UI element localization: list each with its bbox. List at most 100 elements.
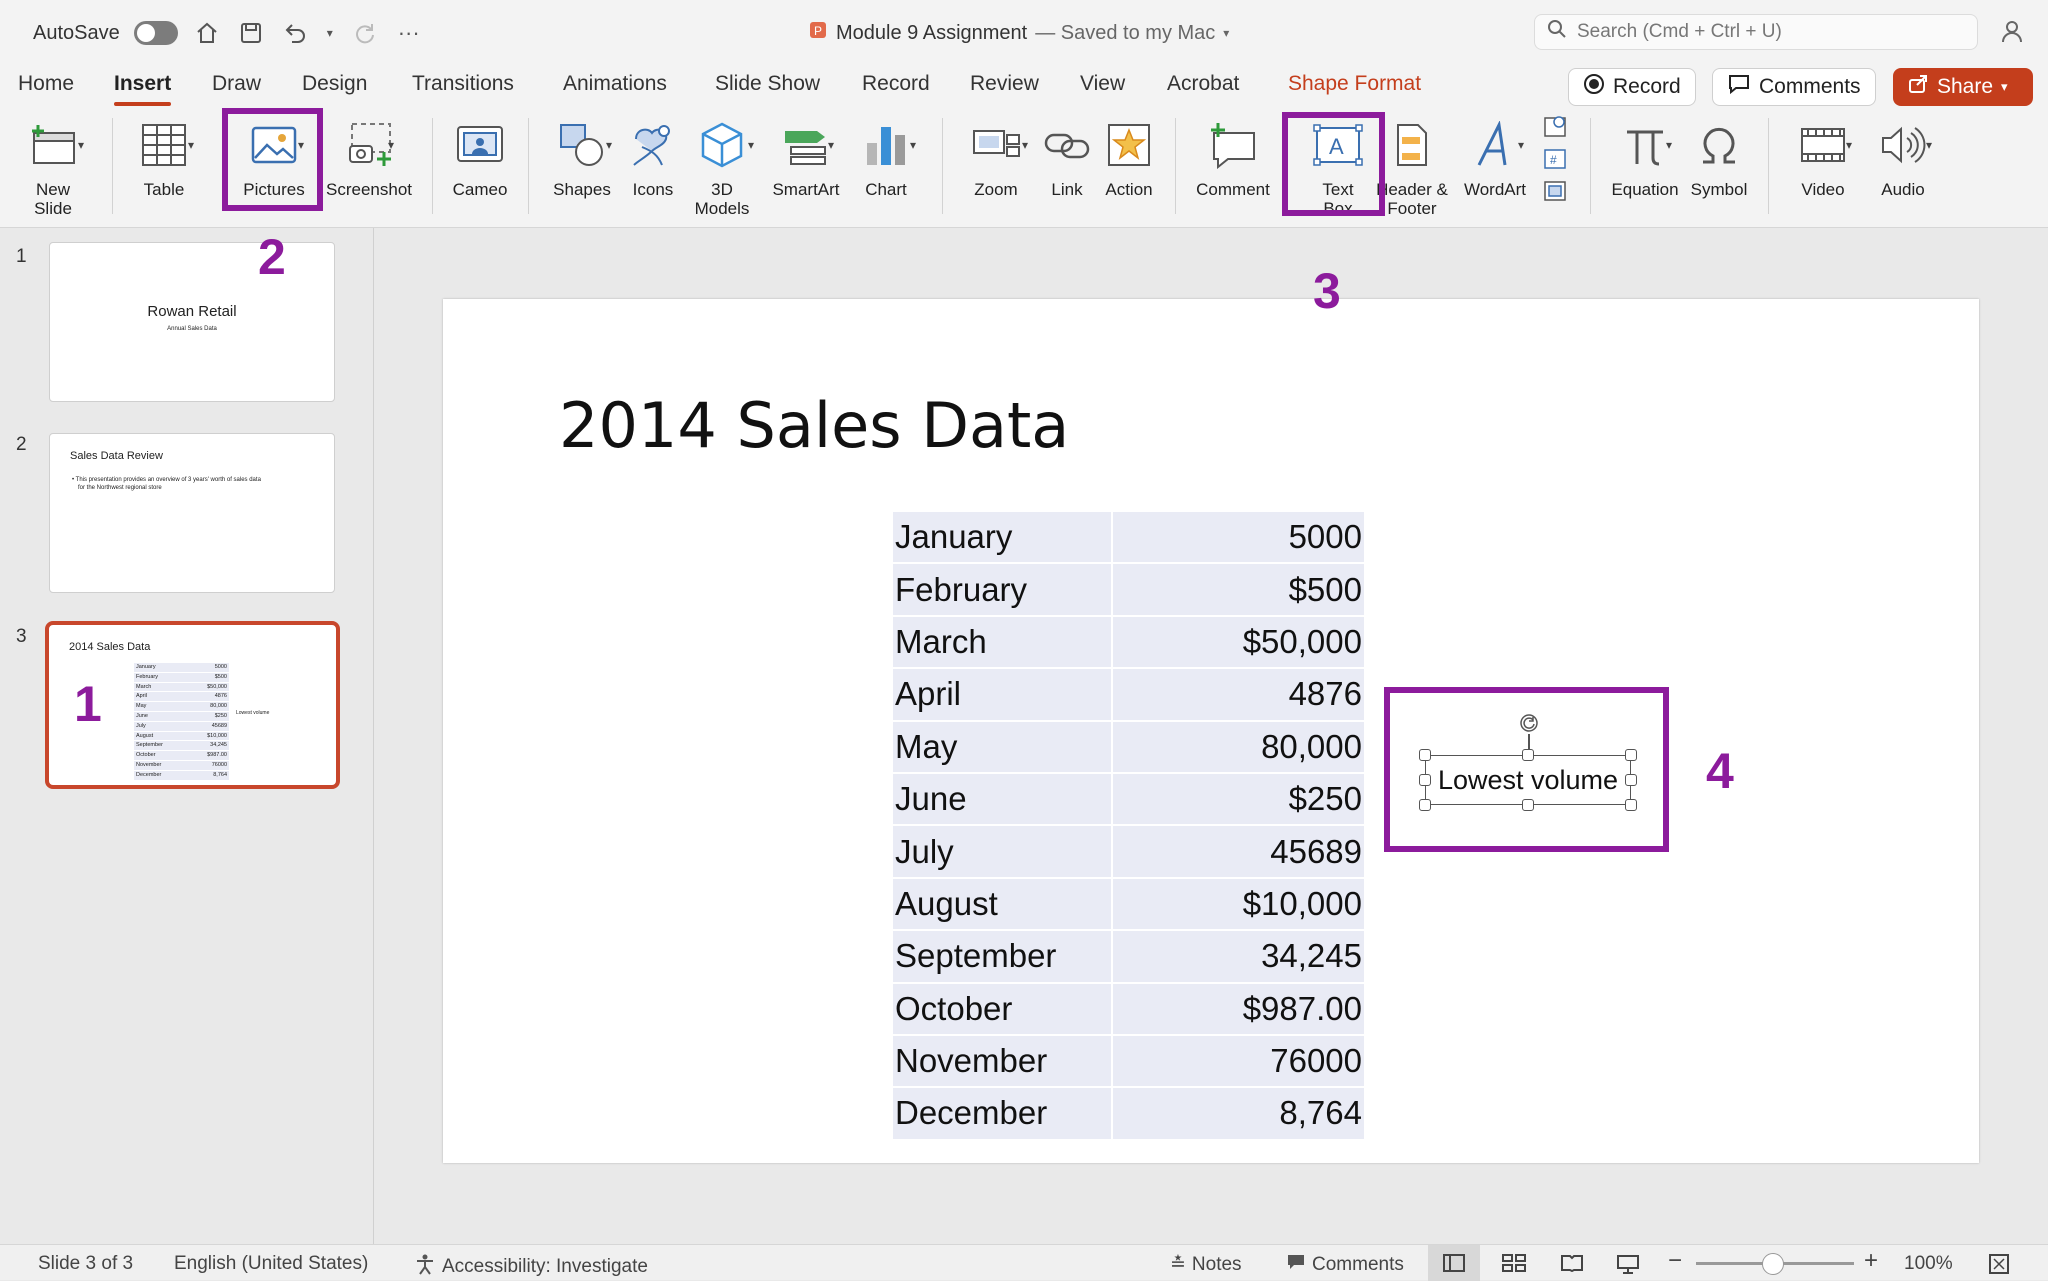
chevron-down-icon[interactable]: ▾: [1666, 138, 1672, 152]
chevron-down-icon[interactable]: ▾: [1846, 138, 1852, 152]
account-icon[interactable]: [2000, 18, 2028, 51]
audio-button[interactable]: Audio: [1864, 110, 1942, 199]
value-cell[interactable]: $10,000: [1111, 878, 1364, 932]
month-cell[interactable]: February: [893, 564, 1111, 617]
shapes-button[interactable]: Shapes: [540, 110, 624, 199]
table-row[interactable]: August $10,000: [893, 878, 1364, 932]
autosave-toggle[interactable]: [133, 21, 178, 45]
table-row[interactable]: June $250: [893, 773, 1364, 827]
notes-button[interactable]: ≛ Notes: [1170, 1253, 1242, 1276]
tab-design[interactable]: Design: [302, 72, 367, 96]
value-cell[interactable]: 76000: [1111, 1035, 1364, 1089]
symbol-button[interactable]: Symbol: [1686, 110, 1752, 199]
slide-title[interactable]: 2014 Sales Data: [559, 389, 1069, 462]
comments-status-button[interactable]: Comments: [1286, 1253, 1404, 1277]
link-button[interactable]: Link: [1040, 110, 1094, 199]
table-row[interactable]: October $987.00: [893, 983, 1364, 1036]
tab-transitions[interactable]: Transitions: [412, 72, 514, 96]
save-icon[interactable]: [236, 18, 266, 48]
month-cell[interactable]: July: [893, 826, 1111, 879]
normal-view-button[interactable]: [1428, 1245, 1480, 1281]
chevron-down-icon[interactable]: ▾: [748, 138, 754, 152]
table-row[interactable]: July 45689: [893, 826, 1364, 879]
comment-button[interactable]: Comment: [1190, 110, 1276, 199]
accessibility-status[interactable]: Accessibility: Investigate: [414, 1253, 648, 1281]
wordart-button[interactable]: WordArt: [1456, 110, 1534, 199]
month-cell[interactable]: October: [893, 983, 1111, 1036]
zoom-in-icon[interactable]: +: [1864, 1247, 1878, 1275]
language-status[interactable]: English (United States): [174, 1253, 368, 1275]
chevron-down-icon[interactable]: ▾: [78, 138, 84, 152]
share-button[interactable]: Share ▾: [1893, 68, 2033, 106]
undo-icon[interactable]: [280, 18, 310, 48]
value-cell[interactable]: $250: [1111, 773, 1364, 827]
date-time-button[interactable]: #: [1538, 110, 1572, 210]
chevron-down-icon[interactable]: ▾: [388, 138, 394, 152]
reading-view-icon[interactable]: [1560, 1254, 1584, 1278]
month-cell[interactable]: January: [893, 512, 1111, 565]
equation-button[interactable]: Equation: [1602, 110, 1688, 199]
value-cell[interactable]: 8,764: [1111, 1088, 1364, 1141]
new-slide-button[interactable]: New Slide: [10, 110, 96, 218]
tab-draw[interactable]: Draw: [212, 72, 261, 96]
month-cell[interactable]: November: [893, 1035, 1111, 1089]
tab-review[interactable]: Review: [970, 72, 1039, 96]
tab-insert[interactable]: Insert: [114, 72, 172, 106]
chevron-down-icon[interactable]: ▾: [324, 18, 336, 48]
more-icon[interactable]: ···: [394, 18, 424, 48]
month-cell[interactable]: March: [893, 616, 1111, 670]
value-cell[interactable]: $987.00: [1111, 983, 1364, 1036]
redo-icon[interactable]: [350, 18, 380, 48]
tab-animations[interactable]: Animations: [563, 72, 667, 96]
month-cell[interactable]: April: [893, 669, 1111, 722]
tab-record[interactable]: Record: [862, 72, 930, 96]
month-cell[interactable]: June: [893, 773, 1111, 827]
fit-to-window-icon[interactable]: [1988, 1253, 2010, 1281]
tab-shape-format[interactable]: Shape Format: [1288, 72, 1421, 96]
tab-view[interactable]: View: [1080, 72, 1125, 96]
chevron-down-icon[interactable]: ▾: [1518, 138, 1524, 152]
slide-sorter-icon[interactable]: [1502, 1254, 1526, 1278]
table-row[interactable]: September 34,245: [893, 931, 1364, 984]
chevron-down-icon[interactable]: ▾: [828, 138, 834, 152]
value-cell[interactable]: 5000: [1111, 512, 1364, 565]
icons-button[interactable]: Icons: [624, 110, 682, 199]
table-row[interactable]: February $500: [893, 564, 1364, 617]
slide-thumbnail-2[interactable]: Sales Data Review • This presentation pr…: [49, 433, 335, 593]
value-cell[interactable]: 4876: [1111, 669, 1364, 722]
table-row[interactable]: January 5000: [893, 512, 1364, 565]
zoom-button[interactable]: Zoom: [958, 110, 1034, 199]
action-button[interactable]: Action: [1098, 110, 1160, 199]
smartart-button[interactable]: SmartArt: [764, 110, 848, 199]
chart-button[interactable]: Chart: [846, 110, 926, 199]
table-row[interactable]: March $50,000: [893, 616, 1364, 670]
value-cell[interactable]: $50,000: [1111, 616, 1364, 670]
table-row[interactable]: December 8,764: [893, 1088, 1364, 1141]
document-title[interactable]: P Module 9 Assignment — Saved to my Mac …: [808, 20, 1229, 46]
slide-thumbnail-1[interactable]: Rowan Retail Annual Sales Data: [49, 242, 335, 402]
table-button[interactable]: Table: [124, 110, 204, 199]
month-cell[interactable]: December: [893, 1088, 1111, 1141]
search-input[interactable]: Search (Cmd + Ctrl + U): [1534, 14, 1978, 50]
tab-home[interactable]: Home: [18, 72, 74, 96]
value-cell[interactable]: 45689: [1111, 826, 1364, 879]
chevron-down-icon[interactable]: ▾: [188, 138, 194, 152]
table-row[interactable]: May 80,000: [893, 721, 1364, 774]
home-icon[interactable]: [192, 18, 222, 48]
zoom-out-icon[interactable]: −: [1668, 1247, 1682, 1275]
zoom-slider-knob[interactable]: [1762, 1253, 1784, 1275]
tab-acrobat[interactable]: Acrobat: [1167, 72, 1239, 96]
tab-slide-show[interactable]: Slide Show: [715, 72, 820, 96]
table-row[interactable]: April 4876: [893, 669, 1364, 722]
3d-models-button[interactable]: 3D Models: [684, 110, 760, 218]
chevron-down-icon[interactable]: ▾: [1022, 138, 1028, 152]
month-cell[interactable]: May: [893, 721, 1111, 774]
screenshot-button[interactable]: Screenshot: [320, 110, 418, 199]
cameo-button[interactable]: Cameo: [444, 110, 516, 199]
chevron-down-icon[interactable]: ▾: [606, 138, 612, 152]
zoom-level[interactable]: 100%: [1904, 1253, 1953, 1275]
value-cell[interactable]: $500: [1111, 564, 1364, 617]
chevron-down-icon[interactable]: ▾: [1926, 138, 1932, 152]
current-slide[interactable]: 2014 Sales Data January 5000 February $500 M…: [443, 299, 1979, 1163]
comments-button[interactable]: Comments: [1712, 68, 1876, 106]
